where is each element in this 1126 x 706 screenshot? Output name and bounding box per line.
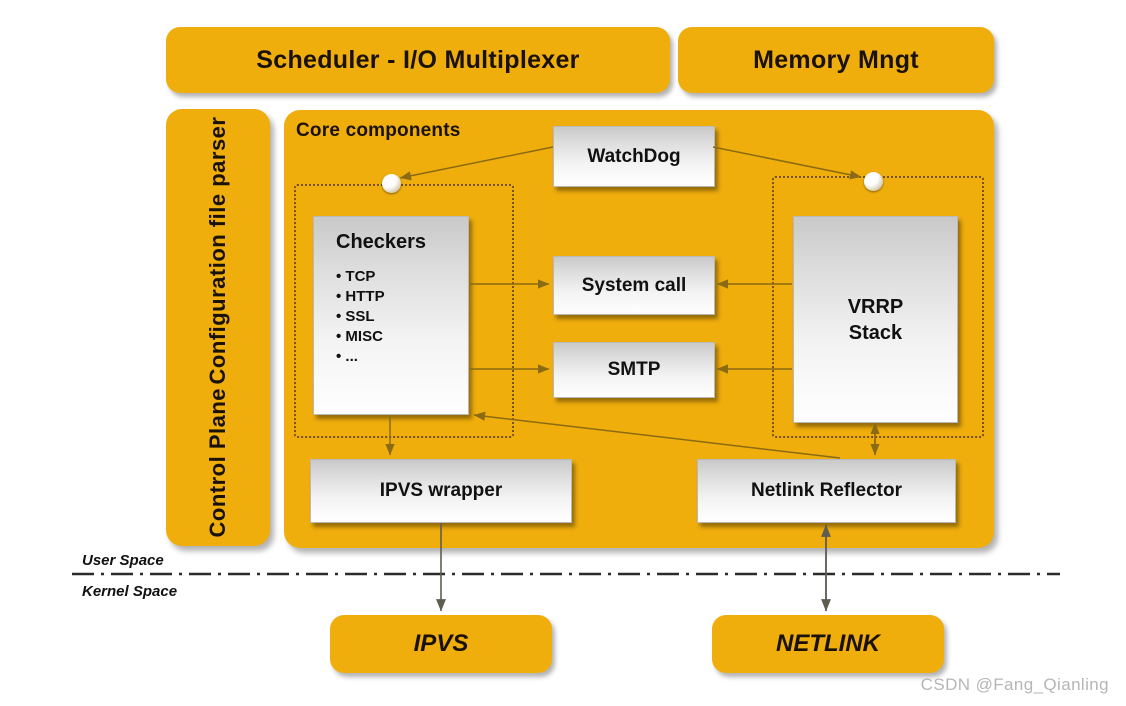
list-item: SSL <box>336 307 385 327</box>
header-memory-label: Memory Mngt <box>753 45 919 74</box>
watchdog-label: WatchDog <box>587 145 681 167</box>
ipvs-wrapper-label: IPVS wrapper <box>379 480 503 501</box>
checkers-box: Checkers TCP HTTP SSL MISC ... <box>313 216 469 415</box>
system-call-box: System call <box>553 256 715 315</box>
list-item: MISC <box>336 327 385 347</box>
smtp-label: SMTP <box>607 359 661 380</box>
watchdog-connector-knob-right <box>864 172 883 191</box>
netlink-kernel-box: NETLINK <box>712 615 944 673</box>
csdn-watermark: CSDN @Fang_Qianling <box>920 675 1109 694</box>
watchdog-box: WatchDog <box>553 126 715 187</box>
core-components-label: Core components <box>296 120 461 141</box>
netlink-reflector-label: Netlink Reflector <box>751 480 902 501</box>
ipvs-wrapper-box: IPVS wrapper <box>310 459 572 523</box>
list-item: TCP <box>336 267 385 287</box>
control-plane-line2: Configuration file parser <box>204 117 230 386</box>
header-memory-mngt: Memory Mngt <box>678 27 994 93</box>
kernel-space-label: Kernel Space <box>82 583 178 600</box>
ipvs-label: IPVS <box>413 630 469 657</box>
list-item: HTTP <box>336 287 384 307</box>
checkers-title: Checkers <box>336 231 427 253</box>
diagram-canvas: Scheduler - I/O Multiplexer Memory Mngt … <box>0 0 1126 706</box>
smtp-box: SMTP <box>553 342 715 398</box>
checkers-list: TCP HTTP SSL MISC ... <box>336 267 385 367</box>
user-space-label: User Space <box>82 552 164 569</box>
control-plane-line1: Control Plane <box>204 388 230 538</box>
system-call-label: System call <box>581 274 687 296</box>
list-item: ... <box>336 347 385 367</box>
vrrp-stack-line2: Stack <box>848 321 903 344</box>
header-scheduler-label: Scheduler - I/O Multiplexer <box>256 45 580 74</box>
watchdog-connector-knob-left <box>382 174 401 193</box>
ipvs-kernel-box: IPVS <box>330 615 552 673</box>
vrrp-stack-line1: VRRP <box>847 295 904 318</box>
netlink-reflector-box: Netlink Reflector <box>697 459 956 523</box>
control-plane-panel: Control Plane Configuration file parser <box>166 109 270 546</box>
vrrp-stack-box: VRRP Stack <box>793 216 958 423</box>
netlink-label: NETLINK <box>776 630 880 657</box>
header-scheduler-io-multiplexer: Scheduler - I/O Multiplexer <box>166 27 670 93</box>
control-plane-vertical-text: Control Plane Configuration file parser <box>204 117 231 538</box>
